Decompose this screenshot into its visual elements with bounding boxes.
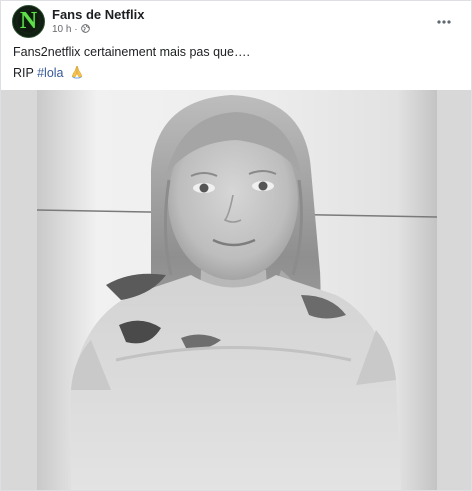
folded-hands-icon bbox=[71, 66, 83, 79]
more-options-icon bbox=[437, 20, 451, 24]
facebook-post: N Fans de Netflix 10 h · Fans2netflix ce… bbox=[0, 0, 472, 491]
page-name-link[interactable]: Fans de Netflix bbox=[52, 7, 144, 22]
globe-icon[interactable] bbox=[81, 24, 91, 33]
page-avatar[interactable]: N bbox=[12, 5, 45, 38]
meta-separator: · bbox=[74, 24, 78, 35]
post-text-line-2: RIP #lola bbox=[13, 65, 84, 81]
post-header: N Fans de Netflix 10 h · bbox=[1, 1, 471, 41]
avatar-logo-letter: N bbox=[19, 8, 38, 34]
post-text-prefix: RIP bbox=[13, 66, 38, 80]
more-options-button[interactable] bbox=[431, 10, 457, 34]
post-meta: 10 h · bbox=[52, 24, 91, 36]
portrait-photo bbox=[1, 90, 471, 490]
post-text-line-1: Fans2netflix certainement mais pas que…. bbox=[13, 45, 250, 59]
hashtag-link[interactable]: #lola bbox=[37, 66, 63, 80]
post-timestamp[interactable]: 10 h bbox=[52, 24, 71, 35]
post-photo[interactable] bbox=[1, 90, 471, 490]
